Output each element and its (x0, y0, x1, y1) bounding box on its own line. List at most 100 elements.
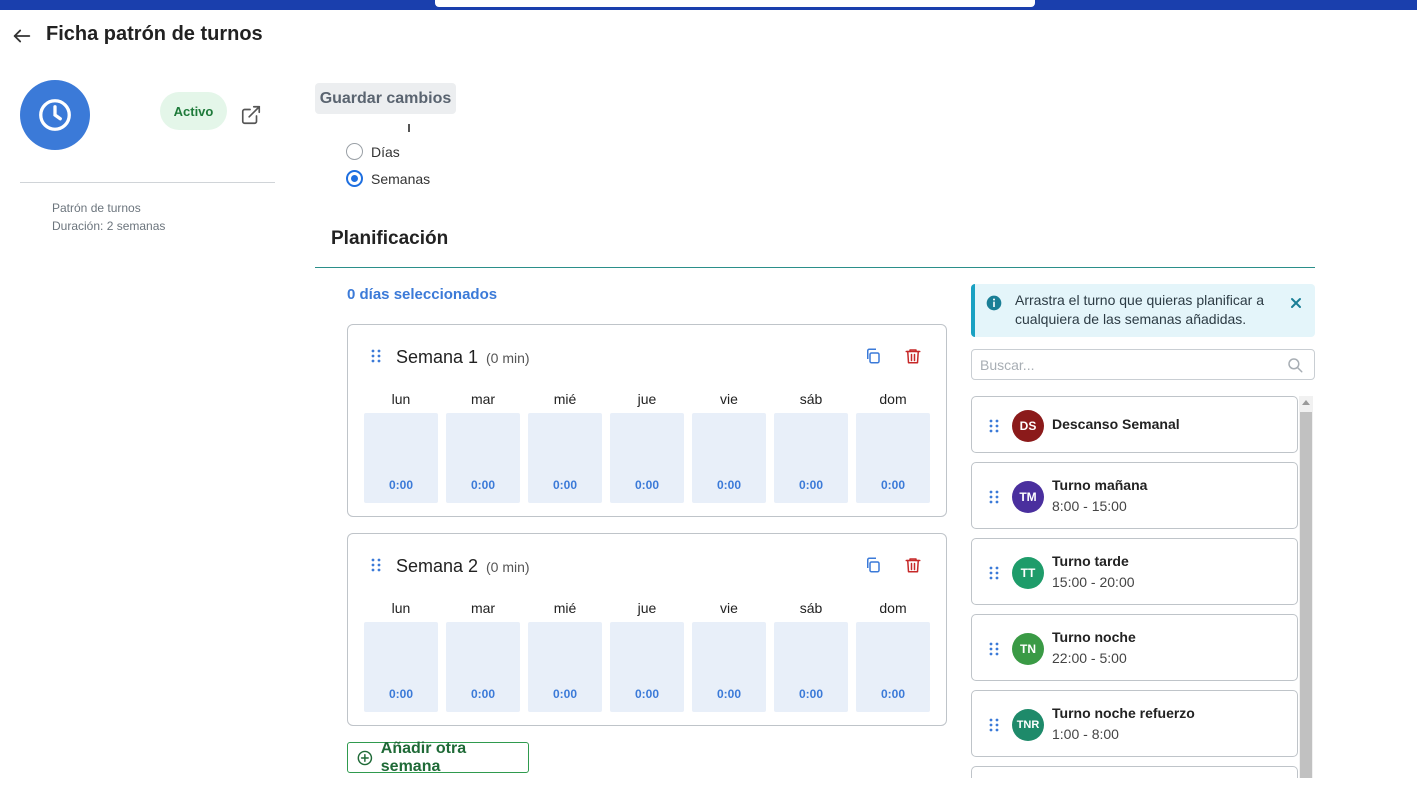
day-column: mié 0:00 (528, 600, 602, 712)
clipped-label-fragment (408, 124, 410, 132)
pattern-type-label: Patrón de turnos (52, 201, 141, 215)
day-drop-cell[interactable]: 0:00 (528, 413, 602, 503)
scroll-up-arrow-icon[interactable] (1302, 400, 1310, 405)
shift-list-scroll-thumb[interactable] (1300, 412, 1312, 778)
day-label: dom (879, 391, 907, 407)
day-drop-cell[interactable]: 0:00 (692, 622, 766, 712)
shift-card[interactable] (971, 766, 1298, 778)
drag-handle-icon (371, 558, 381, 572)
day-drop-cell[interactable]: 0:00 (692, 413, 766, 503)
copy-week-button[interactable] (864, 556, 884, 576)
drag-handle-icon (989, 642, 999, 655)
back-button[interactable] (10, 24, 34, 48)
week-total-minutes: (0 min) (486, 350, 530, 366)
radio-days[interactable] (346, 143, 363, 160)
delete-week-button[interactable] (904, 347, 924, 367)
delete-week-button[interactable] (904, 556, 924, 576)
add-week-label: Añadir otra semana (380, 739, 467, 775)
radio-option-weeks[interactable]: Semanas (346, 170, 430, 187)
week-card: Semana 2 (0 min) lun 0:00 mar 0:00 mié 0:00 jue 0… (347, 533, 947, 726)
drag-handle-icon (989, 566, 999, 579)
add-week-button[interactable]: Añadir otra semana (347, 739, 529, 775)
day-drop-cell[interactable]: 0:00 (528, 622, 602, 712)
shift-drag-handle[interactable] (988, 488, 1000, 506)
day-column: mar 0:00 (446, 600, 520, 712)
shift-card[interactable]: TN Turno noche 22:00 - 5:00 (971, 614, 1298, 681)
trash-icon (905, 558, 921, 573)
save-button[interactable]: Guardar cambios (315, 83, 456, 114)
close-alert-button[interactable] (1288, 295, 1304, 311)
day-drop-cell[interactable]: 0:00 (610, 413, 684, 503)
day-label: lun (391, 600, 411, 616)
copy-week-button[interactable] (864, 347, 884, 367)
shift-card[interactable]: TT Turno tarde 15:00 - 20:00 (971, 538, 1298, 605)
planning-section-title: Planificación (331, 228, 449, 249)
week-drag-handle[interactable] (370, 556, 382, 574)
shift-drag-handle[interactable] (988, 564, 1000, 582)
info-icon (986, 295, 1002, 311)
search-icon (1288, 358, 1303, 373)
day-column: lun 0:00 (364, 600, 438, 712)
shift-time: 22:00 - 5:00 (1052, 650, 1127, 666)
global-search-strip[interactable] (435, 0, 1035, 7)
shift-name: Descanso Semanal (1052, 416, 1180, 432)
day-column: sáb 0:00 (774, 600, 848, 712)
shift-time: 15:00 - 20:00 (1052, 574, 1135, 590)
day-drop-cell[interactable]: 0:00 (856, 413, 930, 503)
drag-handle-icon (989, 419, 999, 432)
day-drop-cell[interactable]: 0:00 (774, 622, 848, 712)
shift-card[interactable]: TM Turno mañana 8:00 - 15:00 (971, 462, 1298, 529)
day-total-time: 0:00 (880, 687, 906, 701)
day-label: mar (470, 600, 496, 616)
plus-circle-icon (357, 750, 373, 765)
shift-drag-handle[interactable] (988, 640, 1000, 658)
shift-card[interactable]: DS Descanso Semanal (971, 396, 1298, 453)
shift-time: 1:00 - 8:00 (1052, 726, 1119, 742)
day-total-time: 0:00 (716, 478, 742, 492)
day-total-time: 0:00 (470, 687, 496, 701)
day-total-time: 0:00 (634, 478, 660, 492)
open-external-button[interactable] (240, 104, 262, 126)
day-total-time: 0:00 (880, 478, 906, 492)
day-label: vie (720, 600, 738, 616)
day-column: sáb 0:00 (774, 391, 848, 503)
info-alert-text: Arrastra el turno que quieras planificar… (1015, 292, 1265, 327)
day-drop-cell[interactable]: 0:00 (364, 413, 438, 503)
pattern-duration-label: Duración: 2 semanas (52, 219, 166, 233)
week-total-minutes: (0 min) (486, 559, 530, 575)
day-column: vie 0:00 (692, 391, 766, 503)
day-drop-cell[interactable]: 0:00 (446, 413, 520, 503)
page-title: Ficha patrón de turnos (46, 23, 263, 45)
shift-search-input[interactable] (980, 355, 1280, 375)
shift-drag-handle[interactable] (988, 417, 1000, 435)
day-column: dom 0:00 (856, 391, 930, 503)
radio-days-label: Días (371, 143, 400, 160)
day-label: sáb (799, 600, 823, 616)
shift-name: Turno tarde (1052, 553, 1129, 569)
shift-card[interactable]: TNR Turno noche refuerzo 1:00 - 8:00 (971, 690, 1298, 757)
day-drop-cell[interactable]: 0:00 (856, 622, 930, 712)
external-link-icon (241, 105, 261, 125)
day-label: sáb (799, 391, 823, 407)
copy-icon (867, 348, 880, 364)
day-total-time: 0:00 (388, 478, 414, 492)
week-drag-handle[interactable] (370, 347, 382, 365)
radio-weeks[interactable] (346, 170, 363, 187)
drag-handle-icon (371, 349, 381, 363)
shift-badge: TT (1012, 556, 1044, 589)
day-column: mar 0:00 (446, 391, 520, 503)
radio-option-days[interactable]: Días (346, 143, 400, 160)
day-drop-cell[interactable]: 0:00 (610, 622, 684, 712)
day-drop-cell[interactable]: 0:00 (446, 622, 520, 712)
day-column: dom 0:00 (856, 600, 930, 712)
day-column: jue 0:00 (610, 391, 684, 503)
day-label: dom (879, 600, 907, 616)
profile-divider (20, 182, 275, 183)
pattern-avatar (20, 80, 90, 150)
day-total-time: 0:00 (552, 478, 578, 492)
day-total-time: 0:00 (388, 687, 414, 701)
drag-handle-icon (989, 490, 999, 503)
day-drop-cell[interactable]: 0:00 (774, 413, 848, 503)
shift-drag-handle[interactable] (988, 716, 1000, 734)
day-drop-cell[interactable]: 0:00 (364, 622, 438, 712)
